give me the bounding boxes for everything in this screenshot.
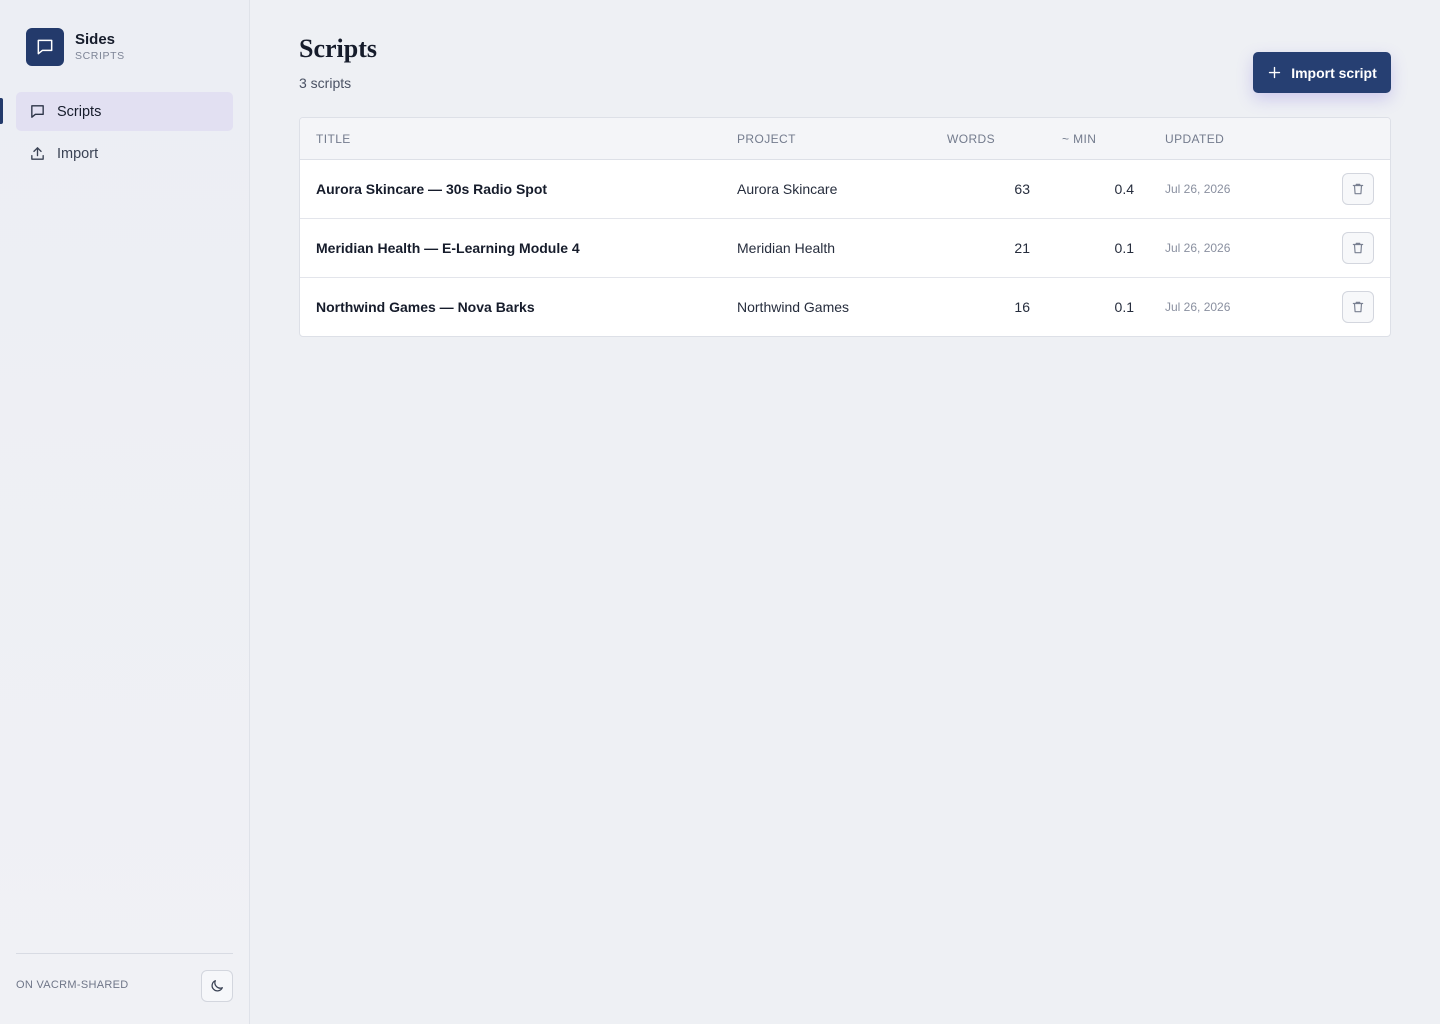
table-row[interactable]: Northwind Games — Nova Barks Northwind G…: [300, 278, 1390, 336]
scripts-table: TITLE PROJECT WORDS ~ MIN UPDATED Aurora…: [299, 117, 1391, 337]
message-square-icon: [26, 28, 64, 66]
sidebar-item-scripts[interactable]: Scripts: [16, 92, 233, 131]
column-header-project[interactable]: PROJECT: [737, 132, 796, 146]
script-title[interactable]: Aurora Skincare — 30s Radio Spot: [316, 160, 547, 218]
sidebar-divider: [16, 953, 233, 954]
moon-icon: [209, 978, 225, 994]
delete-button[interactable]: [1342, 232, 1374, 264]
sidebar: Sides SCRIPTS Scripts Import ON VACRM-SH…: [0, 0, 250, 1024]
script-project: Aurora Skincare: [737, 181, 838, 197]
plus-icon: [1267, 65, 1282, 80]
brand-name: Sides: [75, 31, 116, 48]
trash-icon: [1351, 300, 1365, 314]
message-square-icon: [28, 103, 46, 121]
script-project: Northwind Games: [737, 299, 850, 315]
sidebar-item-import[interactable]: Import: [16, 134, 233, 173]
import-script-button[interactable]: Import script: [1253, 52, 1391, 93]
brand-subtitle: SCRIPTS: [75, 50, 125, 62]
script-words: 16: [1014, 299, 1030, 315]
script-project: Meridian Health: [737, 240, 836, 256]
column-header-title[interactable]: TITLE: [316, 132, 351, 146]
nav-active-indicator: [0, 98, 3, 124]
upload-icon: [28, 145, 46, 163]
sidebar-item-label: Scripts: [57, 103, 102, 120]
script-count: 3 scripts: [299, 75, 352, 91]
table-row[interactable]: Aurora Skincare — 30s Radio Spot Aurora …: [300, 160, 1390, 219]
script-minutes: 0.1: [1114, 299, 1134, 315]
script-updated: Jul 26, 2026: [1165, 182, 1231, 196]
trash-icon: [1351, 182, 1365, 196]
import-script-label: Import script: [1291, 64, 1377, 81]
brand[interactable]: Sides SCRIPTS: [26, 28, 125, 66]
page-title: Scripts: [299, 34, 377, 63]
script-updated: Jul 26, 2026: [1165, 241, 1231, 255]
column-header-words[interactable]: WORDS: [947, 132, 995, 146]
script-title[interactable]: Meridian Health — E-Learning Module 4: [316, 219, 580, 277]
script-updated: Jul 26, 2026: [1165, 300, 1231, 314]
sidebar-item-label: Import: [57, 145, 99, 162]
column-header-min[interactable]: ~ MIN: [1062, 132, 1096, 146]
script-minutes: 0.1: [1114, 240, 1134, 256]
script-title[interactable]: Northwind Games — Nova Barks: [316, 278, 535, 336]
table-header: TITLE PROJECT WORDS ~ MIN UPDATED: [300, 118, 1390, 160]
script-words: 21: [1014, 240, 1030, 256]
script-minutes: 0.4: [1114, 181, 1134, 197]
workspace-label: ON VACRM-SHARED: [16, 979, 129, 991]
delete-button[interactable]: [1342, 173, 1374, 205]
trash-icon: [1351, 241, 1365, 255]
theme-toggle-button[interactable]: [201, 970, 233, 1002]
script-words: 63: [1014, 181, 1030, 197]
table-row[interactable]: Meridian Health — E-Learning Module 4 Me…: [300, 219, 1390, 278]
delete-button[interactable]: [1342, 291, 1374, 323]
column-header-updated[interactable]: UPDATED: [1165, 132, 1224, 146]
